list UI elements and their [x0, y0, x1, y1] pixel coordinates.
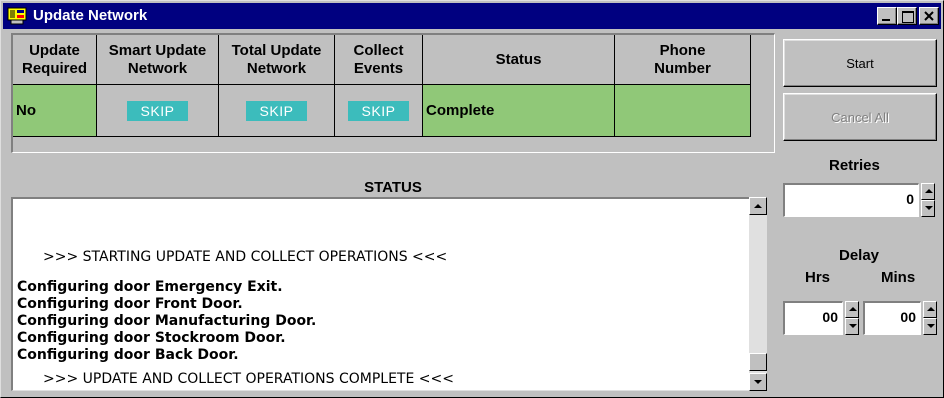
cell-update-required[interactable]: No — [13, 85, 97, 137]
scroll-thumb[interactable] — [749, 353, 767, 371]
header-total-update-network[interactable]: Total Update Network — [219, 35, 335, 85]
update-network-window: Update Network Update Required Smart Upd… — [0, 0, 944, 398]
status-line: Configuring door Manufacturing Door. — [17, 313, 317, 329]
status-title: STATUS — [364, 179, 422, 196]
mins-down-button[interactable] — [923, 318, 937, 335]
start-button[interactable]: Start — [783, 39, 937, 87]
cell-status[interactable]: Complete — [423, 85, 615, 137]
delay-label: Delay — [839, 247, 880, 264]
status-line: >>> STARTING UPDATE AND COLLECT OPERATIO… — [43, 249, 448, 265]
status-log[interactable]: >>> STARTING UPDATE AND COLLECT OPERATIO… — [11, 197, 765, 391]
up-arrow-icon — [754, 204, 762, 208]
up-arrow-icon — [925, 189, 933, 193]
retries-spinner[interactable] — [921, 183, 935, 217]
scroll-down-button[interactable] — [749, 373, 767, 391]
maximize-button[interactable] — [897, 7, 917, 25]
header-phone-number[interactable]: Phone Number — [615, 35, 751, 85]
network-app-icon — [7, 6, 27, 26]
status-line: Configuring door Back Door. — [17, 347, 239, 363]
retries-up-button[interactable] — [921, 183, 935, 200]
close-icon — [924, 11, 934, 21]
down-arrow-icon — [927, 324, 935, 328]
skip-badge[interactable]: SKIP — [126, 100, 189, 121]
cell-phone-number[interactable] — [615, 85, 751, 137]
delay-mins-spinner[interactable] — [923, 301, 937, 335]
status-line: Configuring door Stockroom Door. — [17, 330, 286, 346]
retries-down-button[interactable] — [921, 200, 935, 217]
header-smart-update-network[interactable]: Smart Update Network — [97, 35, 219, 85]
cell-total-update-network[interactable]: SKIP — [219, 85, 335, 137]
status-line: >>> UPDATE AND COLLECT OPERATIONS COMPLE… — [43, 371, 454, 387]
scroll-up-button[interactable] — [749, 197, 767, 215]
hrs-up-button[interactable] — [845, 301, 859, 318]
retries-field[interactable]: 0 — [783, 183, 919, 217]
header-collect-events[interactable]: Collect Events — [335, 35, 423, 85]
hrs-down-button[interactable] — [845, 318, 859, 335]
header-update-required[interactable]: Update Required — [13, 35, 97, 85]
title-bar[interactable]: Update Network — [3, 3, 941, 29]
down-arrow-icon — [925, 206, 933, 210]
cell-collect-events[interactable]: SKIP — [335, 85, 423, 137]
down-arrow-icon — [849, 324, 857, 328]
status-line: Configuring door Front Door. — [17, 296, 243, 312]
mins-label: Mins — [881, 269, 916, 286]
up-arrow-icon — [927, 307, 935, 311]
delay-hrs-field[interactable]: 00 — [783, 301, 843, 335]
minimize-button[interactable] — [877, 7, 897, 25]
door-update-grid: Update Required Smart Update Network Tot… — [11, 33, 775, 153]
window-title: Update Network — [33, 7, 148, 24]
status-scrollbar[interactable] — [749, 197, 767, 391]
hrs-label: Hrs — [805, 269, 831, 286]
down-arrow-icon — [754, 380, 762, 384]
cell-smart-update-network[interactable]: SKIP — [97, 85, 219, 137]
header-status[interactable]: Status — [423, 35, 615, 85]
up-arrow-icon — [849, 307, 857, 311]
delay-hrs-spinner[interactable] — [845, 301, 859, 335]
delay-mins-field[interactable]: 00 — [863, 301, 921, 335]
cancel-all-button[interactable]: Cancel All — [783, 93, 937, 141]
close-button[interactable] — [919, 7, 939, 25]
mins-up-button[interactable] — [923, 301, 937, 318]
skip-badge[interactable]: SKIP — [347, 100, 410, 121]
skip-badge[interactable]: SKIP — [245, 100, 308, 121]
retries-label: Retries — [829, 157, 880, 174]
status-line: Configuring door Emergency Exit. — [17, 279, 283, 295]
